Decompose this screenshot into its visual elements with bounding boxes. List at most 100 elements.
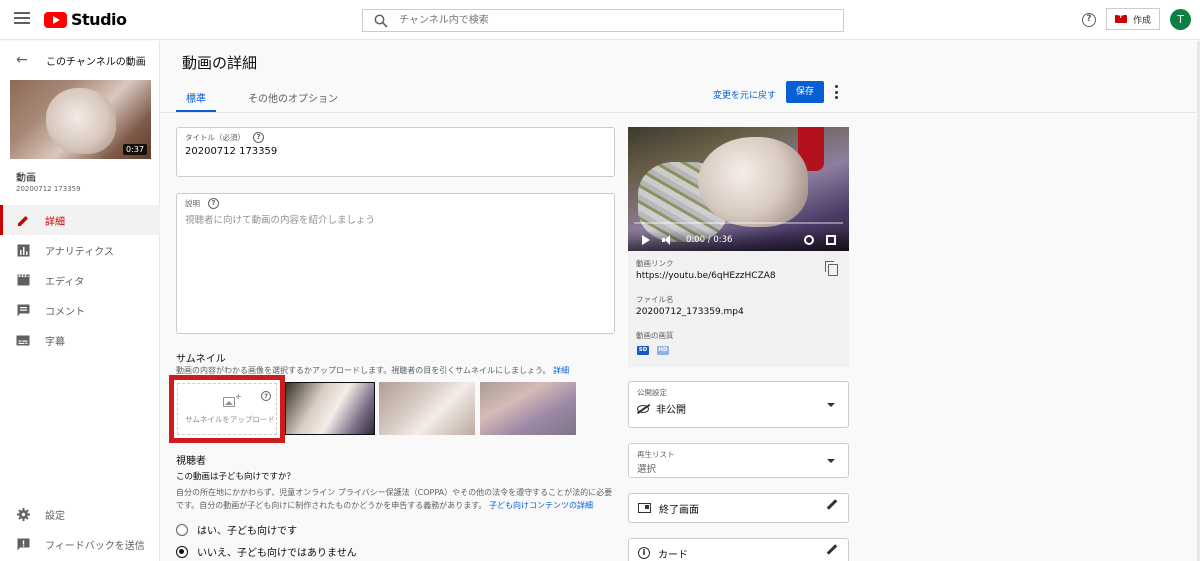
search-box[interactable] (362, 9, 844, 32)
upload-thumbnail-button[interactable]: + ? サムネイルをアップロード (169, 375, 285, 443)
search-icon[interactable] (374, 14, 388, 28)
thumbnail-learn-more-link[interactable]: 詳細 (553, 366, 569, 375)
create-button[interactable]: 作成 (1106, 8, 1160, 30)
page-title: 動画の詳細 (182, 54, 258, 72)
video-player[interactable]: 0:00 / 0:36 (628, 127, 849, 251)
edit-pencil-icon[interactable] (826, 544, 838, 555)
volume-icon[interactable] (662, 235, 674, 245)
more-options-icon[interactable] (832, 85, 840, 99)
analytics-icon (16, 243, 30, 257)
copy-icon[interactable] (825, 261, 838, 276)
search-input[interactable] (399, 10, 829, 31)
thumbnail-section-title: サムネイル (176, 354, 226, 365)
player-time: 0:00 / 0:36 (686, 235, 733, 245)
comment-icon (16, 303, 30, 317)
sidebar-item-label: フィードバックを送信 (45, 540, 145, 552)
thumbnail-option-2[interactable] (379, 382, 475, 435)
video-duration: 0:37 (123, 144, 147, 155)
studio-logo[interactable]: Studio (44, 10, 127, 29)
edit-pencil-icon[interactable] (826, 499, 838, 510)
video-frame-subject (698, 137, 808, 227)
help-icon[interactable]: ? (1082, 13, 1096, 27)
back-label: このチャンネルの動画 (46, 56, 146, 68)
made-for-kids-yes-option[interactable]: はい、子ども向けです (176, 522, 297, 537)
play-icon[interactable] (642, 235, 650, 245)
help-icon[interactable]: ? (261, 391, 271, 401)
info-icon: i (638, 547, 650, 559)
sidebar-video-title: 動画 (16, 173, 36, 184)
title-field[interactable]: タイトル（必須） ? 20200712 173359 (176, 127, 615, 177)
tab-more-options[interactable]: その他のオプション (238, 82, 348, 112)
sidebar-item-details[interactable]: 詳細 (0, 205, 160, 235)
video-quality-label: 動画の画質 (636, 331, 674, 340)
thumbnail-image (480, 382, 576, 435)
create-label: 作成 (1132, 15, 1151, 26)
thumbnail-subject (46, 88, 116, 154)
video-thumbnail[interactable]: 0:37 (10, 80, 151, 159)
video-link[interactable]: https://youtu.be/6qHEzzHCZA8 (636, 271, 776, 281)
thumbnail-option-3[interactable] (480, 382, 576, 435)
sidebar-item-editor[interactable]: エディタ (0, 265, 160, 295)
description-placeholder[interactable]: 視聴者に向けて動画の内容を紹介しましょう (185, 212, 375, 226)
audience-description: 自分の所在地にかかわらず、児童オンライン プライバシー保護法（COPPA）やその… (176, 486, 618, 512)
sidebar-item-feedback[interactable]: フィードバックを送信 (0, 529, 160, 559)
sidebar-item-comments[interactable]: コメント (0, 295, 160, 325)
avatar[interactable]: T (1170, 9, 1191, 30)
dropdown-arrow-icon (827, 403, 835, 407)
subtitles-icon (16, 333, 30, 347)
visibility-value-row: 非公開 (637, 401, 686, 416)
create-video-icon (1114, 11, 1127, 23)
made-for-kids-no-option[interactable]: いいえ、子ども向けではありません (176, 544, 357, 559)
eye-off-icon (637, 404, 649, 413)
plus-icon: + (235, 392, 242, 401)
playlist-value: 選択 (637, 464, 657, 475)
sidebar-item-settings[interactable]: 設定 (0, 499, 160, 529)
cards-row[interactable]: i カード (628, 538, 849, 561)
sidebar-item-label: 字幕 (45, 336, 65, 348)
fullscreen-icon[interactable] (826, 235, 836, 245)
playlist-select[interactable]: 再生リスト 選択 (628, 443, 849, 478)
help-icon[interactable]: ? (208, 198, 219, 209)
cards-label: カード (658, 549, 688, 561)
logo-text: Studio (71, 10, 127, 29)
title-field-label: タイトル（必須） (185, 133, 245, 142)
sidebar-item-subtitles[interactable]: 字幕 (0, 325, 160, 355)
end-screen-row[interactable]: 終了画面 (628, 493, 849, 523)
help-icon[interactable]: ? (253, 132, 264, 143)
sd-badge: SD (637, 346, 649, 355)
undo-changes-button[interactable]: 変更を元に戻す (713, 88, 776, 101)
upload-thumbnail-label: サムネイルをアップロード (185, 415, 275, 424)
visibility-select[interactable]: 公開設定 非公開 (628, 381, 849, 428)
radio-button[interactable] (176, 523, 188, 536)
feedback-icon (16, 537, 30, 551)
audience-section-title: 視聴者 (176, 456, 206, 467)
thumbnail-option-1[interactable] (285, 382, 375, 435)
title-field-value[interactable]: 20200712 173359 (185, 146, 277, 157)
filename-label: ファイル名 (636, 295, 674, 304)
description-field-label: 説明 (185, 199, 200, 208)
visibility-label: 公開設定 (637, 388, 667, 397)
save-button[interactable]: 保存 (786, 81, 824, 103)
clapperboard-icon (16, 273, 30, 287)
radio-label: いいえ、子ども向けではありません (197, 548, 357, 559)
back-arrow-icon[interactable]: ← (16, 52, 30, 68)
sidebar-item-label: エディタ (45, 276, 85, 288)
filename-value: 20200712_173359.mp4 (636, 307, 744, 317)
title-field-label-row: タイトル（必須） ? (185, 132, 264, 143)
player-controls: 0:00 / 0:36 (628, 229, 849, 251)
pencil-icon (16, 213, 30, 227)
description-field[interactable]: 説明 ? 視聴者に向けて動画の内容を紹介しましょう (176, 193, 615, 334)
video-progress-bar[interactable] (634, 222, 843, 224)
sidebar-bottom: 設定 フィードバックを送信 (0, 499, 160, 559)
video-link-label: 動画リンク (636, 259, 674, 268)
player-settings-icon[interactable] (804, 235, 814, 245)
radio-button-selected[interactable] (176, 545, 188, 558)
kids-content-learn-more-link[interactable]: 子ども向けコンテンツの詳細 (489, 501, 593, 510)
playlist-label: 再生リスト (637, 450, 675, 459)
menu-icon[interactable] (14, 12, 30, 28)
end-screen-icon (638, 503, 651, 513)
youtube-logo-icon (44, 11, 67, 28)
tab-basic[interactable]: 標準 (176, 82, 216, 112)
sidebar-item-analytics[interactable]: アナリティクス (0, 235, 160, 265)
back-to-channel-videos[interactable]: ← このチャンネルの動画 (0, 41, 160, 79)
